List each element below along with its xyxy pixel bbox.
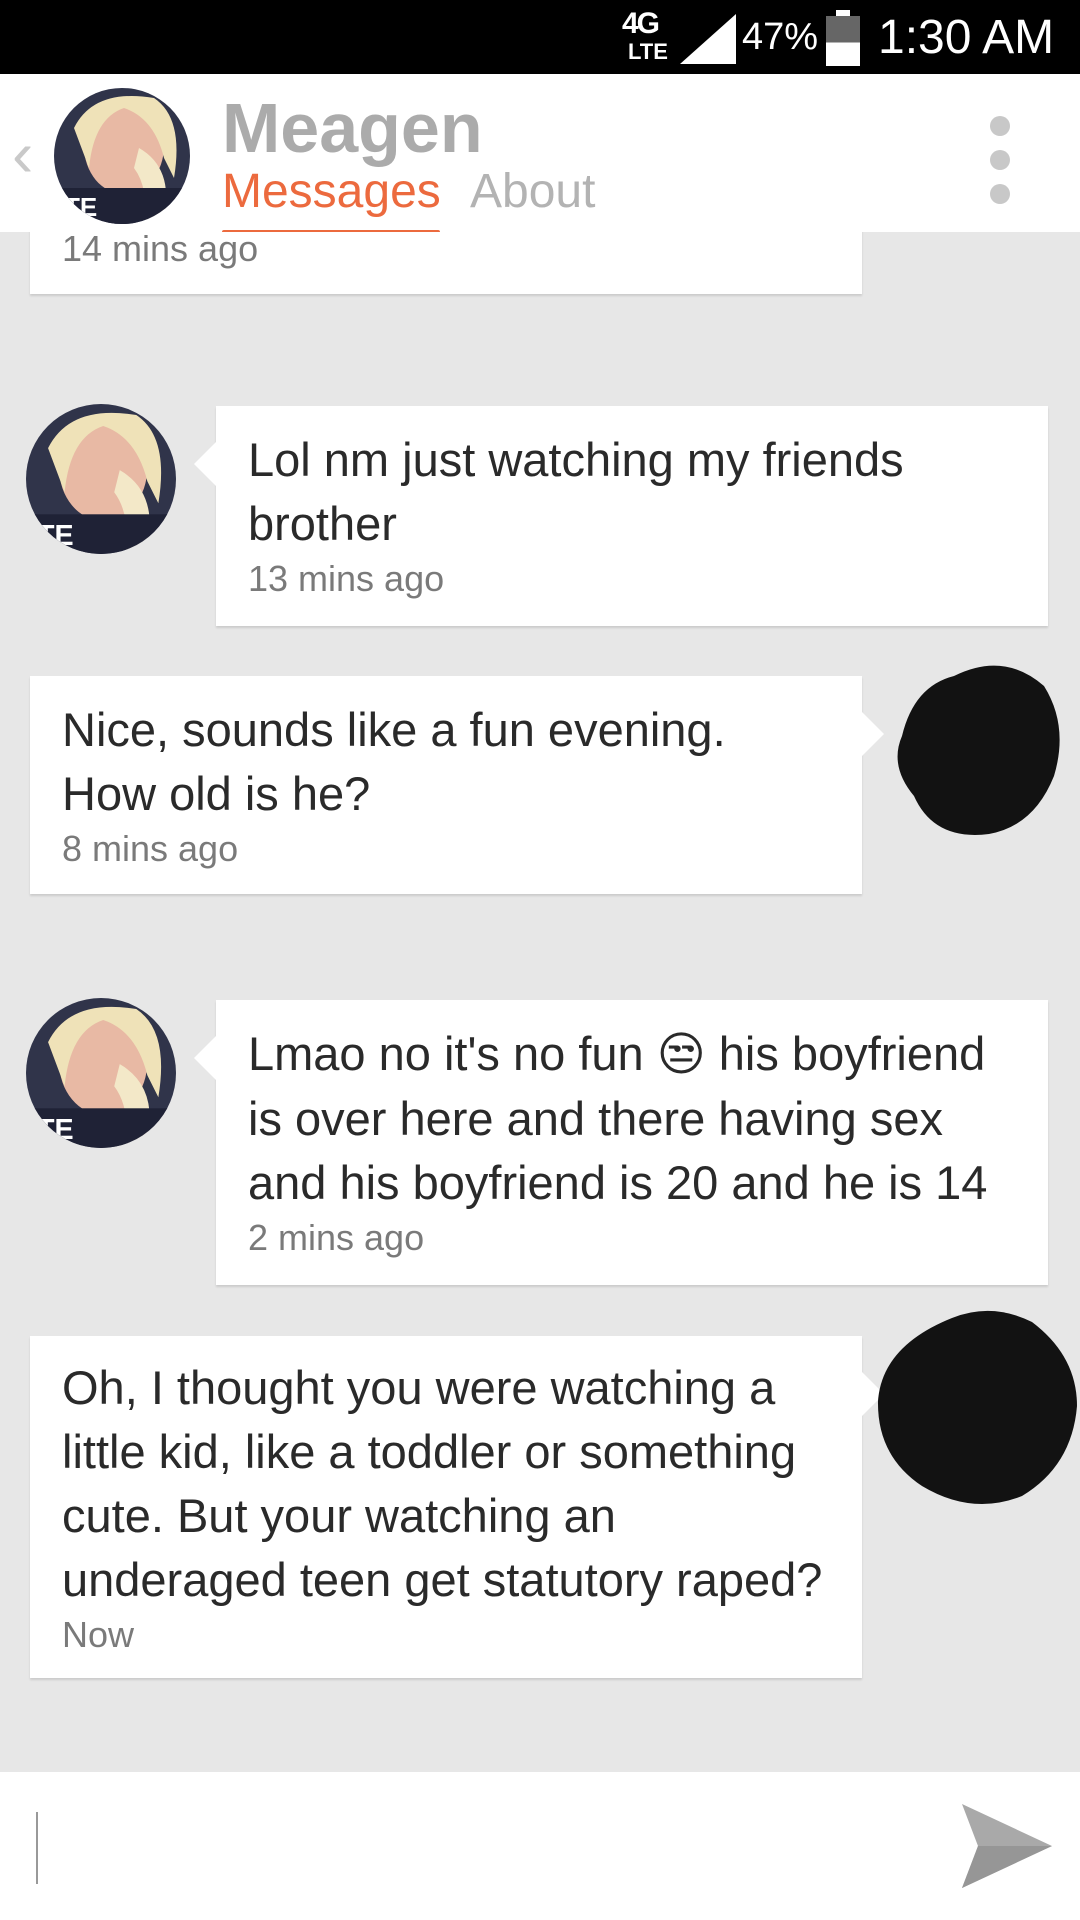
redacted-avatar <box>877 1310 1077 1504</box>
message-outgoing[interactable]: 14 mins ago <box>30 232 862 294</box>
unamused-face-emoji: 😒 <box>656 1027 706 1082</box>
message-time: Now <box>62 1614 135 1655</box>
message-outgoing[interactable]: Oh, I thought you were watching a little… <box>30 1336 884 1678</box>
menu-dot <box>990 150 1010 170</box>
message-time: 8 mins ago <box>62 828 239 869</box>
message-incoming[interactable]: Lol nm just watching my friends brother … <box>194 406 1048 626</box>
contact-name: Meagen <box>222 89 483 167</box>
tab-about[interactable]: About <box>470 164 595 219</box>
svg-text:TE: TE <box>64 192 97 222</box>
menu-dot <box>990 184 1010 204</box>
battery-icon <box>826 10 860 66</box>
message-text: Nice, sounds like a fun evening. How old… <box>62 703 726 820</box>
svg-text:TE: TE <box>37 1114 74 1146</box>
avatar-photo: TE <box>26 404 176 554</box>
message-input[interactable] <box>44 1802 928 1894</box>
message-list[interactable]: 14 mins ago TE Lol nm just watching my f… <box>0 232 1080 1772</box>
signal-icon <box>680 14 736 64</box>
network-label: 4G <box>622 7 660 40</box>
message-text-before-emoji: Lmao no it's no fun <box>248 1027 644 1080</box>
message-time: 2 mins ago <box>248 1217 425 1258</box>
message-incoming[interactable]: Lmao no it's no fun 😒 his boyfriend is o… <box>194 1000 1048 1285</box>
avatar-photo: TE <box>26 998 176 1148</box>
redacted-avatar <box>897 665 1060 835</box>
chat-header: ‹ TE Meagen Messages About <box>0 74 1080 238</box>
bubble-tail <box>194 1036 216 1080</box>
sender-avatar[interactable]: TE <box>26 404 176 554</box>
message-text: Oh, I thought you were watching a little… <box>62 1361 823 1606</box>
text-cursor <box>36 1812 38 1884</box>
network-indicator: 4G LTE <box>622 7 668 66</box>
avatar-photo: TE <box>54 88 190 224</box>
chevron-left-icon[interactable]: ‹ <box>12 122 33 186</box>
sender-avatar[interactable]: TE <box>26 998 176 1148</box>
message-outgoing[interactable]: Nice, sounds like a fun evening. How old… <box>30 676 884 894</box>
message-time: 14 mins ago <box>62 232 259 269</box>
message-text: Lmao no it's no fun 😒 his boyfriend is o… <box>248 1022 1016 1215</box>
more-vertical-icon[interactable] <box>990 116 1014 218</box>
contact-avatar[interactable]: TE <box>54 88 190 224</box>
message-text: Lol nm just watching my friends brother <box>248 433 904 550</box>
bubble-tail <box>862 712 884 756</box>
send-icon[interactable] <box>962 1804 1052 1888</box>
bubble-tail <box>194 442 216 486</box>
tab-messages[interactable]: Messages <box>222 164 441 219</box>
status-bar: 4G LTE 47% 1:30 AM <box>0 0 1080 74</box>
network-sub-label: LTE <box>628 39 668 64</box>
message-time: 13 mins ago <box>248 558 445 599</box>
svg-text:TE: TE <box>37 520 74 552</box>
clock: 1:30 AM <box>878 11 1055 64</box>
battery-percent: 47% <box>742 16 819 58</box>
menu-dot <box>990 116 1010 136</box>
message-composer <box>0 1772 1080 1920</box>
